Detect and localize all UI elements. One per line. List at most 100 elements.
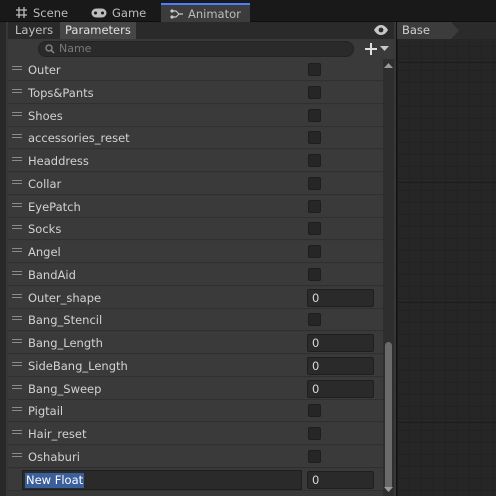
panel-edge	[0, 22, 6, 496]
search-icon	[45, 44, 55, 54]
parameter-row[interactable]: EyePatch	[8, 195, 383, 218]
tab-layers[interactable]: Layers	[10, 22, 58, 39]
parameter-row[interactable]: Bang_Length 0	[8, 332, 383, 354]
drag-handle-icon[interactable]	[12, 248, 22, 254]
drag-handle-icon[interactable]	[12, 316, 22, 322]
parameter-row[interactable]: Tops&Pants	[8, 81, 383, 104]
parameter-checkbox[interactable]	[308, 176, 321, 190]
parameters-panel: Layers Parameters Name Outer Tops&Pants Sh…	[0, 22, 396, 496]
grid-icon	[14, 7, 28, 19]
drag-handle-icon[interactable]	[12, 452, 22, 459]
parameter-checkbox[interactable]	[308, 131, 321, 145]
parameter-name: SideBang_Length	[28, 358, 128, 373]
parameter-name: Shoes	[28, 108, 63, 123]
panel-subtabs: Layers Parameters	[8, 22, 394, 39]
parameter-list: Outer Tops&Pants Shoes accessories_reset Hea…	[8, 59, 383, 496]
tab-scene[interactable]: Scene	[14, 3, 68, 22]
plus-icon	[365, 43, 377, 55]
parameter-name: Bang_Length	[28, 336, 103, 350]
search-input[interactable]: Name	[38, 41, 354, 57]
search-row: Name	[8, 39, 394, 59]
tab-animator[interactable]: Animator	[161, 3, 250, 22]
parameter-name: Collar	[28, 176, 62, 191]
drag-handle-icon[interactable]	[12, 88, 22, 95]
parameter-value-field[interactable]: 0	[307, 288, 374, 307]
parameter-checkbox[interactable]	[308, 245, 321, 258]
parameter-row[interactable]: SideBang_Length 0	[8, 354, 383, 377]
parameter-name: Socks	[28, 222, 62, 237]
parameter-name-field[interactable]: New Float	[22, 469, 302, 490]
parameter-row[interactable]: Oshaburi	[8, 445, 383, 468]
parameter-name: Oshaburi	[28, 449, 80, 464]
scroll-down-icon[interactable]	[384, 485, 393, 493]
new-parameter-row[interactable]: New Float 0	[8, 468, 383, 491]
parameter-row[interactable]: Outer	[8, 59, 383, 81]
parameter-row[interactable]: Bang_Sweep 0	[8, 377, 383, 400]
parameter-checkbox[interactable]	[308, 427, 321, 440]
parameter-row[interactable]: Pigtail	[8, 400, 383, 423]
parameter-row[interactable]: Collar	[8, 172, 383, 195]
parameter-value-field[interactable]: 0	[307, 379, 374, 398]
parameter-name: EyePatch	[28, 199, 81, 214]
parameter-value-field[interactable]: 0	[307, 356, 374, 375]
parameter-row[interactable]: Outer_shape 0	[8, 286, 383, 309]
parameter-checkbox[interactable]	[308, 199, 321, 213]
parameter-checkbox[interactable]	[308, 404, 321, 418]
animator-icon	[169, 8, 183, 20]
drag-handle-icon[interactable]	[12, 111, 22, 118]
add-parameter-button[interactable]	[364, 39, 392, 59]
drag-handle-icon[interactable]	[12, 179, 22, 186]
parameter-row[interactable]: Socks	[8, 218, 383, 241]
drag-handle-icon[interactable]	[12, 66, 22, 72]
parameter-name: Angel	[28, 245, 61, 259]
drag-handle-icon[interactable]	[12, 270, 22, 277]
parameter-checkbox[interactable]	[308, 449, 321, 463]
drag-handle-icon[interactable]	[12, 407, 22, 413]
parameter-row[interactable]: BandAid	[8, 263, 383, 286]
drag-handle-icon[interactable]	[12, 339, 22, 345]
parameter-checkbox[interactable]	[308, 63, 321, 76]
drag-handle-icon[interactable]	[12, 430, 22, 436]
parameter-checkbox[interactable]	[308, 108, 321, 122]
parameter-name: Bang_Sweep	[28, 381, 102, 396]
scrollbar[interactable]	[383, 59, 394, 496]
scroll-up-icon[interactable]	[384, 62, 393, 70]
parameter-name: Outer	[28, 63, 61, 77]
drag-handle-icon[interactable]	[12, 225, 22, 231]
animator-graph[interactable]: Base	[396, 22, 496, 496]
parameter-name: Outer_shape	[28, 290, 102, 305]
parameter-name: Headdress	[28, 154, 89, 168]
parameter-name: Tops&Pants	[28, 85, 94, 100]
drag-handle-icon[interactable]	[12, 293, 22, 300]
parameter-value-field[interactable]: 0	[307, 334, 374, 352]
parameter-checkbox[interactable]	[308, 267, 321, 281]
scrollbar-thumb[interactable]	[385, 342, 392, 490]
tab-parameters[interactable]: Parameters	[60, 22, 136, 39]
parameter-checkbox[interactable]	[308, 313, 321, 327]
parameter-row[interactable]: Angel	[8, 241, 383, 263]
parameter-checkbox[interactable]	[308, 154, 321, 167]
parameter-name: Bang_Stencil	[28, 313, 103, 328]
tab-game[interactable]: Game	[91, 3, 146, 22]
parameter-row[interactable]: Headdress	[8, 150, 383, 172]
selected-name-text: New Float	[25, 472, 85, 488]
drag-handle-icon[interactable]	[12, 202, 22, 209]
parameter-checkbox[interactable]	[308, 85, 321, 99]
parameter-row[interactable]: Hair_reset	[8, 423, 383, 445]
parameter-name: accessories_reset	[28, 131, 130, 146]
parameter-checkbox[interactable]	[308, 222, 321, 236]
gamepad-icon	[91, 7, 107, 19]
drag-handle-icon[interactable]	[12, 134, 22, 140]
drag-handle-icon[interactable]	[12, 384, 22, 391]
breadcrumb-arrow-icon	[451, 22, 459, 39]
parameter-row[interactable]: Bang_Stencil	[8, 309, 383, 332]
eye-icon[interactable]	[373, 24, 389, 36]
parameter-row[interactable]: accessories_reset	[8, 127, 383, 150]
parameter-row[interactable]: Shoes	[8, 104, 383, 127]
drag-handle-icon[interactable]	[12, 157, 22, 163]
drag-handle-icon[interactable]	[12, 361, 22, 368]
breadcrumb[interactable]: Base	[397, 22, 459, 39]
tab-game-label: Game	[112, 5, 147, 20]
parameter-name: Pigtail	[28, 404, 64, 419]
parameter-value-field[interactable]: 0	[307, 470, 374, 489]
